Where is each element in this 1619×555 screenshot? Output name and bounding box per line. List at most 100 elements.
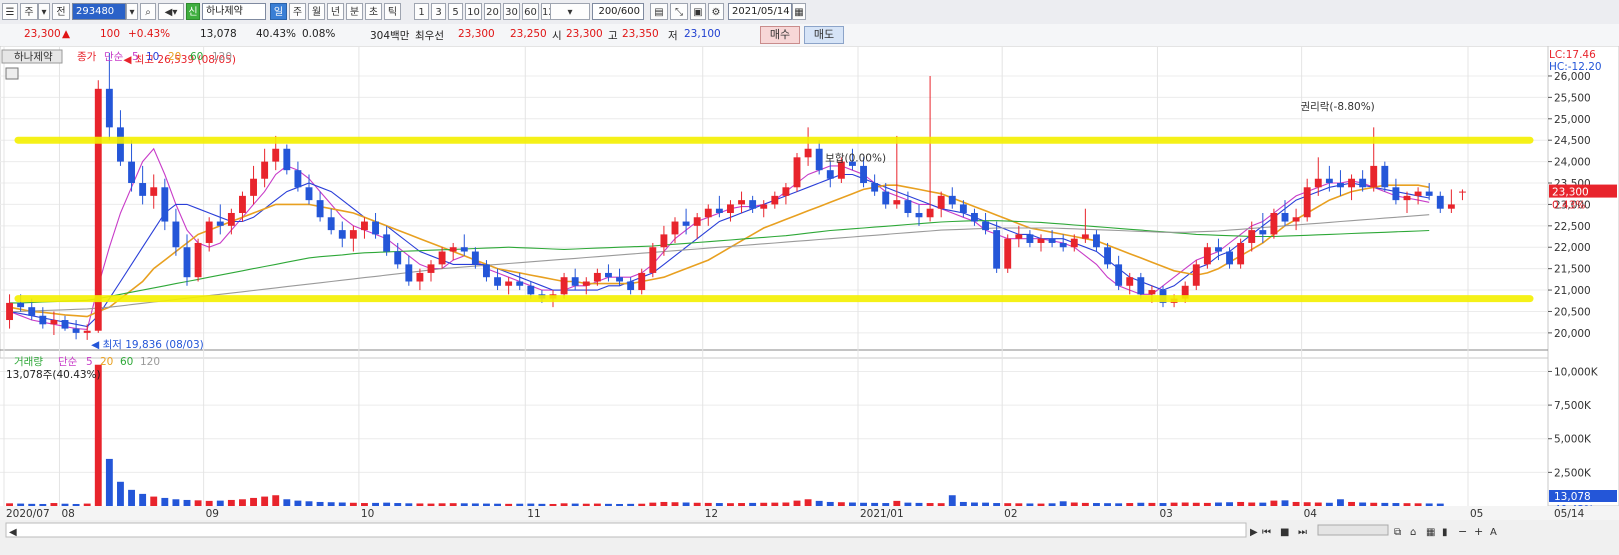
lock-icon[interactable]: ⌂ (1410, 527, 1416, 538)
volume-bar-57 (638, 503, 646, 506)
sell-button[interactable]: 매도 (804, 26, 844, 44)
volume-bar-70 (782, 502, 790, 506)
rewind-icon[interactable]: ⏮ (1262, 527, 1271, 538)
period-tab-4[interactable]: 분 (346, 3, 363, 20)
market-button[interactable]: 주 (20, 3, 38, 20)
horizontal-scrollbar[interactable] (5, 522, 1247, 538)
minute-button-5[interactable]: 5 (448, 3, 463, 20)
volume-bar-80 (893, 500, 901, 506)
volume-bar-112 (1248, 502, 1256, 506)
volume-bar-94 (1048, 503, 1056, 506)
save-icon[interactable]: ▣ (690, 3, 706, 20)
period-tab-2[interactable]: 월 (308, 3, 325, 20)
indicator-icon[interactable]: ▤ (650, 3, 668, 20)
candle-body-124 (1381, 165, 1389, 188)
volume-bar-69 (771, 502, 779, 506)
minute-button-60[interactable]: 60 (522, 3, 539, 20)
volume-bar-49 (549, 503, 557, 506)
zoom-out-icon[interactable]: − (1458, 525, 1467, 538)
bar-icon[interactable]: ▮ (1442, 527, 1448, 538)
forward-icon[interactable]: ⏭ (1298, 527, 1307, 538)
volume-bar-83 (926, 503, 934, 506)
volume-bar-103 (1148, 502, 1156, 506)
volume-bar-1 (17, 503, 25, 506)
sound-icon[interactable]: ◀▾ (158, 3, 184, 20)
volume-bar-25 (283, 499, 291, 506)
period-tab-3[interactable]: 년 (327, 3, 344, 20)
candle-body-17 (194, 242, 202, 278)
scroll-left-icon[interactable]: ◀ (9, 527, 17, 538)
chevron-down-icon[interactable]: ▾ (38, 3, 50, 20)
volume-bar-122 (1359, 502, 1367, 506)
low-price: 23,100 (684, 28, 721, 40)
volume-bar-34 (383, 502, 391, 506)
candle-body-130 (1447, 204, 1455, 209)
candle-body-110 (1226, 251, 1233, 265)
volume-bar-78 (871, 502, 879, 506)
legend-volume: 거래량 (14, 356, 43, 368)
stock-code-input[interactable]: 293480 (72, 3, 126, 20)
minute-button-10[interactable]: 10 (465, 3, 482, 20)
count-input[interactable]: 200/600 (592, 3, 644, 20)
zoom-slider[interactable] (1317, 524, 1389, 536)
volume-bar-44 (494, 503, 501, 506)
candle-body-56 (627, 281, 635, 291)
zoom-in-icon[interactable]: + (1474, 525, 1483, 538)
volume-bar-59 (660, 501, 668, 506)
volume-bar-60 (671, 502, 679, 506)
price-tick-9: 21,500 (1554, 264, 1591, 276)
volume-bar-27 (305, 501, 313, 506)
minute-button-30[interactable]: 30 (503, 3, 520, 20)
volume-bar-6 (72, 503, 80, 506)
period-tab-6[interactable]: 틱 (384, 3, 401, 20)
legend-ma10: 10 (146, 51, 159, 63)
candle-body-16 (183, 247, 191, 278)
volume-bar-90 (1004, 503, 1012, 506)
volume-bar-16 (183, 499, 191, 506)
menu-icon[interactable]: ☰ (2, 3, 18, 20)
minute-button-3[interactable]: 3 (431, 3, 446, 20)
table-icon[interactable] (5, 67, 19, 80)
candle-body-58 (649, 247, 657, 273)
candle-body-0 (6, 302, 13, 321)
draw-icon[interactable]: ⤡ (670, 3, 688, 20)
period-tab-1[interactable]: 주 (289, 3, 306, 20)
stock-name-field[interactable]: 하나제약 (202, 3, 266, 20)
grid-toggle-icon[interactable]: ▦ (1426, 527, 1435, 538)
stock-chart[interactable]: 26,00025,50025,00024,50024,00023,50023,0… (0, 46, 1619, 555)
hc-label: HC:-12.20 (1549, 61, 1602, 73)
extra-dropdown[interactable]: ▾ (550, 3, 590, 20)
calendar-icon[interactable]: ▦ (792, 3, 806, 20)
volume-bar-91 (1015, 503, 1023, 506)
buy-button[interactable]: 매수 (760, 26, 800, 44)
code-dropdown-icon[interactable]: ▾ (126, 3, 138, 20)
volume-bar-117 (1303, 502, 1311, 506)
minute-button-20[interactable]: 20 (484, 3, 501, 20)
volume-bar-28 (316, 501, 324, 506)
price-tick-7: 22,500 (1554, 221, 1591, 233)
candle-body-1 (17, 302, 25, 308)
period-tab-5[interactable]: 초 (365, 3, 382, 20)
volume-bar-54 (605, 503, 612, 506)
high-label: 고 (608, 30, 618, 42)
date-input[interactable]: 2021/05/14 (728, 3, 792, 20)
volume-bar-100 (1115, 503, 1123, 506)
period-tab-0[interactable]: 일 (270, 3, 287, 20)
volume-bar-77 (860, 502, 867, 506)
previous-button[interactable]: 전 (52, 3, 70, 20)
minute-button-1[interactable]: 1 (414, 3, 429, 20)
candle-body-72 (804, 148, 812, 158)
zoom-fit-icon[interactable]: ⧉ (1394, 527, 1401, 538)
candle-body-47 (527, 285, 535, 295)
gear-icon[interactable]: ⚙ (708, 3, 724, 20)
search-icon[interactable]: ⌕ (140, 3, 156, 20)
candle-body-113 (1259, 230, 1267, 235)
volume-bar-67 (749, 502, 757, 506)
scroll-right-icon[interactable]: ▶ (1250, 527, 1258, 538)
stop-icon[interactable]: ■ (1280, 527, 1289, 538)
candle-body-93 (1037, 238, 1045, 243)
volume-bar-52 (582, 503, 590, 506)
candle-body-89 (993, 230, 1001, 269)
volume-bar-38 (427, 503, 435, 506)
text-size-icon[interactable]: A (1490, 527, 1497, 538)
